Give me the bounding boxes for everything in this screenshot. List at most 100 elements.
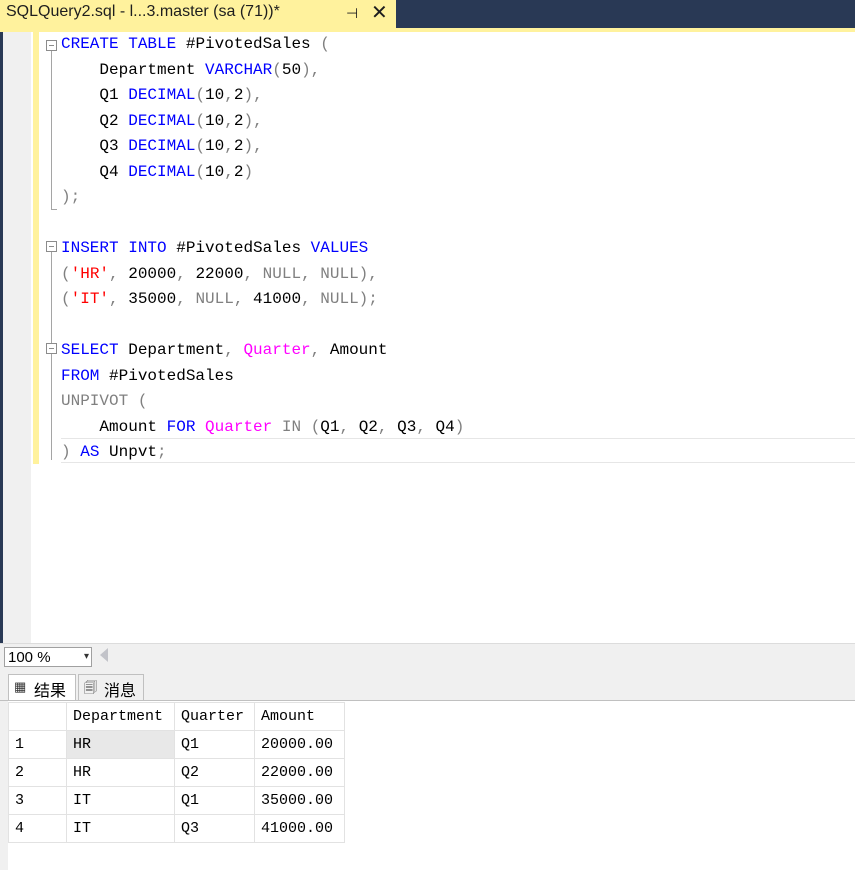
code-token: ), bbox=[243, 111, 263, 130]
code-area[interactable]: CREATE TABLE #PivotedSales ( Department … bbox=[44, 32, 855, 643]
grid-cell[interactable]: IT bbox=[66, 786, 175, 815]
document-tab-title: SQLQuery2.sql - l...3.master (sa (71))* bbox=[6, 3, 280, 20]
fold-toggle-icon[interactable] bbox=[46, 343, 57, 354]
grid-corner-cell[interactable] bbox=[8, 702, 67, 731]
code-token: DECIMAL bbox=[128, 162, 196, 181]
code-token: , bbox=[310, 341, 330, 359]
code-line[interactable]: Amount FOR Quarter IN (Q1, Q2, Q3, Q4) bbox=[61, 415, 464, 440]
code-token: , bbox=[109, 264, 129, 283]
column-header[interactable]: Quarter bbox=[174, 702, 255, 731]
code-line[interactable]: Department VARCHAR(50), bbox=[61, 58, 320, 83]
chevron-down-icon[interactable]: ▾ bbox=[84, 651, 89, 662]
grid-cell[interactable]: HR bbox=[66, 730, 175, 759]
table-row[interactable]: 2 HR Q2 22000.00 bbox=[8, 758, 345, 787]
code-token: NULL bbox=[262, 264, 302, 283]
code-token: 20000 bbox=[128, 264, 177, 283]
code-line[interactable]: INSERT INTO #PivotedSales VALUES bbox=[61, 236, 368, 261]
fold-guide-line bbox=[51, 51, 52, 209]
code-token: ); bbox=[61, 188, 81, 206]
query-editor[interactable]: CREATE TABLE #PivotedSales ( Department … bbox=[0, 32, 855, 643]
code-token: ( bbox=[310, 417, 321, 436]
code-token: FROM bbox=[61, 366, 100, 385]
code-token: CREATE bbox=[61, 35, 119, 53]
code-line[interactable]: SELECT Department, Quarter, Amount bbox=[61, 338, 387, 363]
column-header[interactable]: Department bbox=[66, 702, 175, 731]
grid-cell[interactable]: Q3 bbox=[174, 814, 255, 843]
zoom-value: 100 % bbox=[8, 649, 51, 666]
grid-cell[interactable]: Q1 bbox=[174, 786, 255, 815]
grid-header-row: Department Quarter Amount bbox=[8, 702, 345, 731]
code-token: ) bbox=[454, 417, 465, 436]
code-token: IN bbox=[281, 417, 302, 436]
pin-icon[interactable]: ⊣ bbox=[346, 5, 358, 22]
code-token: ; bbox=[157, 443, 167, 461]
code-token: SELECT bbox=[61, 341, 119, 359]
code-line[interactable]: ); bbox=[61, 185, 80, 210]
row-number[interactable]: 1 bbox=[8, 730, 67, 759]
close-icon[interactable]: ✕ bbox=[371, 1, 388, 25]
code-token: 35000 bbox=[128, 290, 177, 308]
results-grid[interactable]: Department Quarter Amount 1 HR Q1 20000.… bbox=[8, 702, 345, 843]
grid-cell[interactable]: 35000.00 bbox=[254, 786, 345, 815]
tab-results-label: 结果 bbox=[34, 683, 67, 700]
code-line[interactable]: Q2 DECIMAL(10,2), bbox=[61, 109, 263, 134]
grid-left-frame bbox=[0, 701, 8, 870]
tab-results[interactable]: ▦ 结果 bbox=[8, 674, 76, 700]
tab-messages-label: 消息 bbox=[104, 683, 137, 700]
grid-cell[interactable]: IT bbox=[66, 814, 175, 843]
code-line[interactable]: FROM #PivotedSales bbox=[61, 364, 234, 389]
messages-icon: 🗐 bbox=[84, 680, 97, 695]
grid-cell[interactable]: Q2 bbox=[174, 758, 255, 787]
code-token: Q4 bbox=[61, 162, 129, 181]
code-token: AS bbox=[80, 443, 100, 461]
scroll-left-arrow-icon[interactable] bbox=[100, 648, 108, 662]
code-line[interactable]: CREATE TABLE #PivotedSales ( bbox=[61, 32, 330, 57]
row-number[interactable]: 4 bbox=[8, 814, 67, 843]
table-row[interactable]: 4 IT Q3 41000.00 bbox=[8, 814, 345, 843]
grid-cell[interactable]: HR bbox=[66, 758, 175, 787]
row-number[interactable]: 3 bbox=[8, 786, 67, 815]
grid-cell[interactable]: 22000.00 bbox=[254, 758, 345, 787]
code-line[interactable]: ('IT', 35000, NULL, 41000, NULL); bbox=[61, 287, 378, 312]
code-line[interactable]: UNPIVOT ( bbox=[61, 389, 147, 414]
code-token: DECIMAL bbox=[128, 111, 196, 130]
code-token: , bbox=[224, 137, 234, 155]
code-token: , bbox=[233, 290, 254, 308]
code-token: 'IT' bbox=[70, 290, 110, 308]
tab-messages[interactable]: 🗐 消息 bbox=[78, 674, 144, 700]
code-line[interactable]: ('HR', 20000, 22000, NULL, NULL), bbox=[61, 262, 378, 287]
code-token: , bbox=[339, 417, 359, 436]
code-token: ( bbox=[195, 111, 206, 130]
row-number[interactable]: 2 bbox=[8, 758, 67, 787]
document-tab[interactable]: SQLQuery2.sql - l...3.master (sa (71))* … bbox=[0, 0, 396, 28]
code-token: , bbox=[224, 162, 234, 181]
table-row[interactable]: 3 IT Q1 35000.00 bbox=[8, 786, 345, 815]
fold-toggle-icon[interactable] bbox=[46, 40, 57, 51]
table-row[interactable]: 1 HR Q1 20000.00 bbox=[8, 730, 345, 759]
code-token: Q3 bbox=[397, 417, 417, 436]
code-line[interactable]: Q3 DECIMAL(10,2), bbox=[61, 134, 262, 159]
code-token: , bbox=[176, 264, 196, 283]
code-token: Department bbox=[61, 60, 206, 79]
grid-cell[interactable]: 20000.00 bbox=[254, 730, 345, 759]
zoom-select[interactable]: 100 % ▾ bbox=[4, 647, 92, 667]
grid-cell[interactable]: 41000.00 bbox=[254, 814, 345, 843]
column-header[interactable]: Amount bbox=[254, 702, 345, 731]
code-token: Q2 bbox=[61, 111, 129, 130]
fold-toggle-icon[interactable] bbox=[46, 241, 57, 252]
grid-cell[interactable]: Q1 bbox=[174, 730, 255, 759]
fold-end-mark bbox=[51, 209, 57, 210]
code-line[interactable]: Q4 DECIMAL(10,2) bbox=[61, 160, 253, 185]
zoom-bar: 100 % ▾ bbox=[0, 643, 855, 670]
code-token: DECIMAL bbox=[128, 137, 196, 155]
code-token: ( bbox=[272, 60, 282, 79]
code-token: , bbox=[224, 341, 244, 359]
code-token: TABLE bbox=[128, 35, 177, 53]
code-line[interactable]: Q1 DECIMAL(10,2), bbox=[61, 83, 262, 108]
code-token: ( bbox=[61, 290, 71, 308]
code-token: DECIMAL bbox=[128, 86, 196, 104]
code-token: 22000 bbox=[195, 264, 244, 283]
